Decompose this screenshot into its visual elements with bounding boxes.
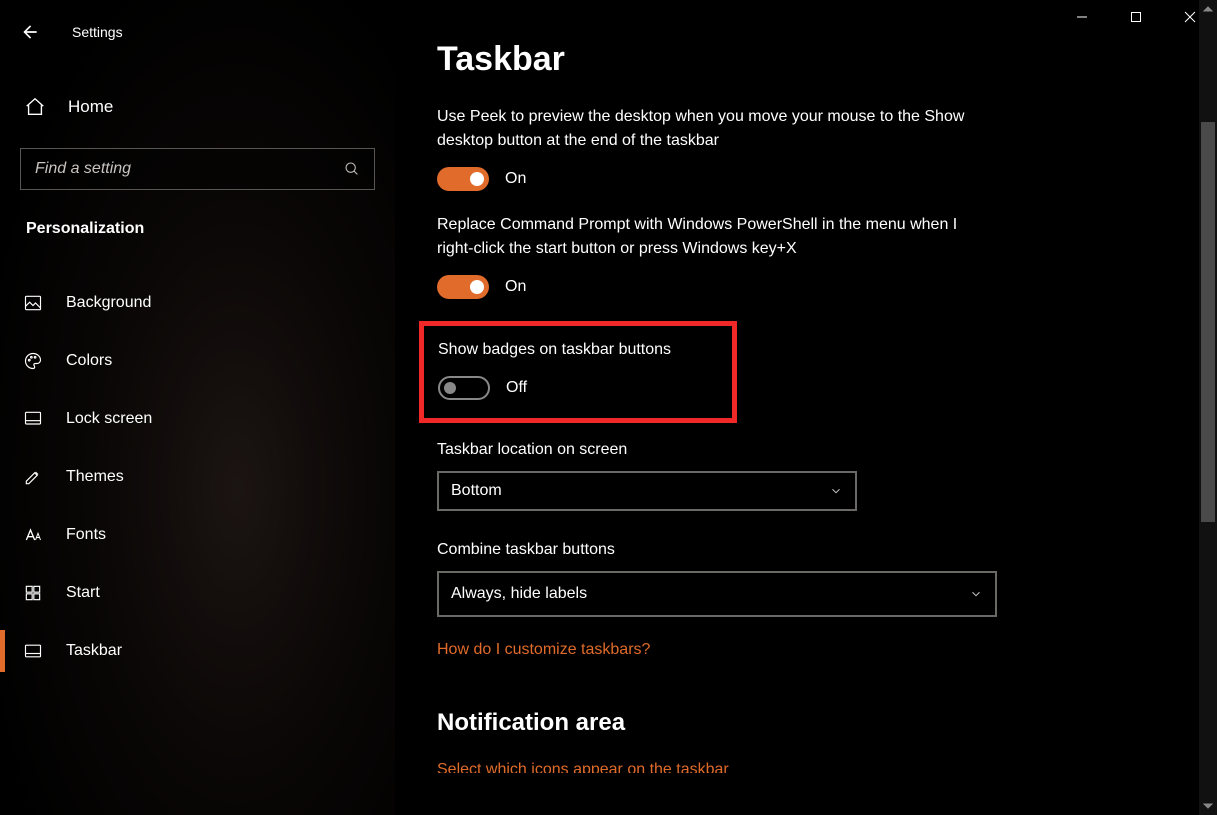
setting-location: Taskbar location on screen Bottom [437, 441, 997, 511]
chevron-down-icon [969, 587, 983, 601]
minimize-button[interactable] [1055, 0, 1109, 34]
maximize-icon [1130, 11, 1142, 23]
link-select-icons[interactable]: Select which icons appear on the taskbar [437, 761, 1199, 773]
toggle-state: On [505, 278, 526, 296]
setting-combine: Combine taskbar buttons Always, hide lab… [437, 541, 997, 617]
sidebar-item-start[interactable]: Start [0, 564, 395, 622]
close-button[interactable] [1163, 0, 1217, 34]
back-button[interactable] [16, 18, 44, 46]
start-icon [23, 583, 43, 603]
lockscreen-icon [23, 409, 43, 429]
toggle-peek[interactable] [437, 167, 489, 191]
taskbar-icon [23, 641, 43, 661]
setting-desc: Show badges on taskbar buttons [438, 338, 718, 362]
category-label: Personalization [0, 190, 395, 238]
search-icon [344, 161, 360, 177]
select-value: Always, hide labels [451, 585, 587, 603]
sidebar-item-themes[interactable]: Themes [0, 448, 395, 506]
setting-desc: Replace Command Prompt with Windows Powe… [437, 213, 997, 261]
select-value: Bottom [451, 482, 502, 500]
minimize-icon [1076, 11, 1088, 23]
chevron-down-icon [829, 484, 843, 498]
search-box[interactable] [20, 148, 375, 190]
sidebar-item-label: Taskbar [66, 642, 122, 660]
field-label: Taskbar location on screen [437, 441, 997, 459]
fonts-icon [23, 525, 43, 545]
select-taskbar-location[interactable]: Bottom [437, 471, 857, 511]
page-title: Taskbar [437, 40, 1199, 79]
toggle-state: Off [506, 379, 527, 397]
window-title: Settings [72, 24, 123, 40]
sidebar-item-taskbar[interactable]: Taskbar [0, 622, 395, 680]
sidebar-item-label: Colors [66, 352, 112, 370]
sidebar-item-lockscreen[interactable]: Lock screen [0, 390, 395, 448]
home-label: Home [68, 97, 113, 117]
highlighted-setting-badges: Show badges on taskbar buttons Off [419, 321, 737, 423]
setting-powershell: Replace Command Prompt with Windows Powe… [437, 213, 997, 299]
toggle-powershell[interactable] [437, 275, 489, 299]
scroll-down-button[interactable] [1199, 797, 1217, 815]
nav-list: Background Colors Lock screen Themes Fon… [0, 274, 395, 680]
home-icon [24, 96, 46, 118]
sidebar-item-label: Themes [66, 468, 124, 486]
chevron-down-icon [1203, 801, 1213, 811]
palette-icon [23, 351, 43, 371]
sidebar-item-label: Start [66, 584, 100, 602]
sidebar-item-label: Fonts [66, 526, 106, 544]
select-combine-buttons[interactable]: Always, hide labels [437, 571, 997, 617]
home-button[interactable]: Home [0, 74, 395, 140]
sidebar-item-fonts[interactable]: Fonts [0, 506, 395, 564]
picture-icon [23, 293, 43, 313]
scroll-thumb[interactable] [1201, 122, 1215, 522]
field-label: Combine taskbar buttons [437, 541, 997, 559]
search-input[interactable] [35, 160, 344, 178]
arrow-left-icon [20, 22, 40, 42]
scrollbar[interactable] [1199, 0, 1217, 815]
main-panel: Taskbar Use Peek to preview the desktop … [395, 0, 1217, 815]
sidebar-item-label: Background [66, 294, 151, 312]
close-icon [1184, 11, 1196, 23]
setting-peek: Use Peek to preview the desktop when you… [437, 105, 997, 191]
sidebar: Settings Home Personalization Background… [0, 0, 395, 815]
section-notification-area: Notification area [437, 709, 1199, 737]
sidebar-item-background[interactable]: Background [0, 274, 395, 332]
window-controls [1055, 0, 1217, 34]
link-customize-taskbars[interactable]: How do I customize taskbars? [437, 641, 1199, 659]
maximize-button[interactable] [1109, 0, 1163, 34]
toggle-state: On [505, 170, 526, 188]
sidebar-item-colors[interactable]: Colors [0, 332, 395, 390]
setting-desc: Use Peek to preview the desktop when you… [437, 105, 997, 153]
sidebar-item-label: Lock screen [66, 410, 152, 428]
toggle-badges[interactable] [438, 376, 490, 400]
themes-icon [23, 467, 43, 487]
